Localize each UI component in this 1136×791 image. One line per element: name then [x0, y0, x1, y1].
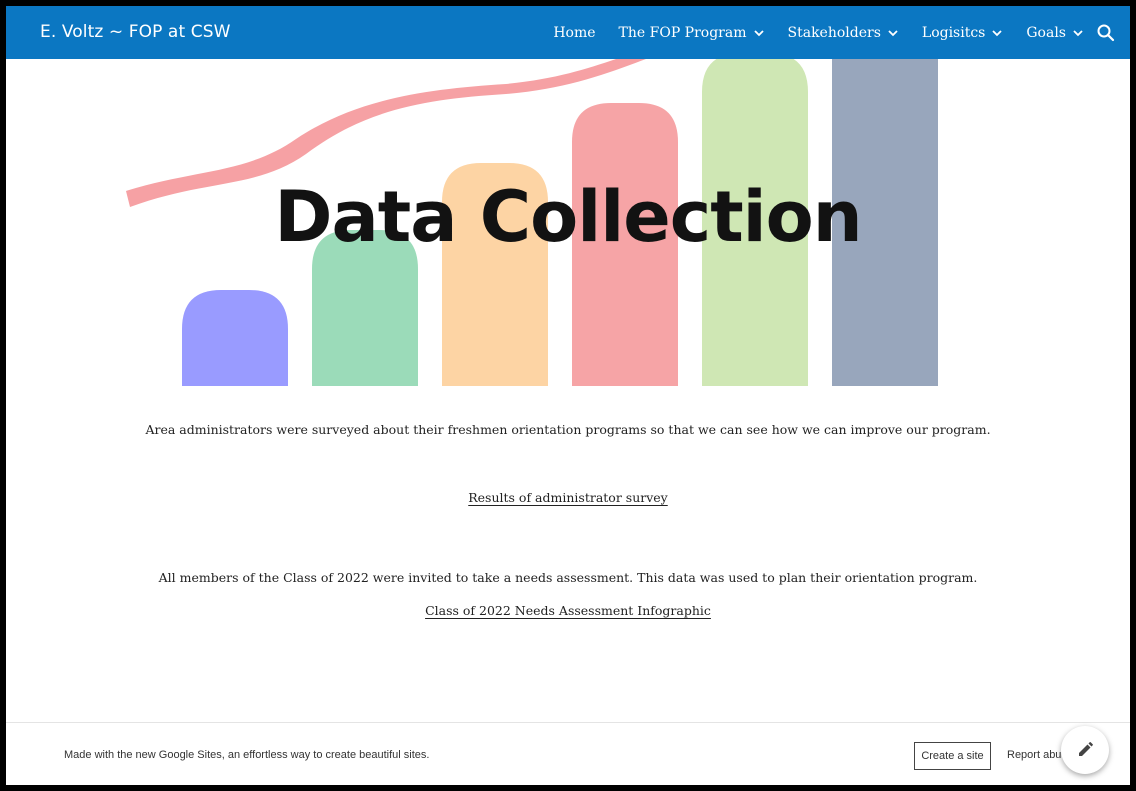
infographic-link[interactable]: Class of 2022 Needs Assessment Infograph…: [425, 603, 711, 618]
survey-results-link[interactable]: Results of administrator survey: [468, 490, 668, 505]
nav-item-stakeholders[interactable]: Stakeholders: [788, 25, 899, 41]
needs-assessment-description: All members of the Class of 2022 were in…: [158, 570, 978, 585]
survey-description: Area administrators were surveyed about …: [145, 422, 991, 437]
bar-1: [182, 290, 288, 386]
chevron-down-icon: [992, 29, 1003, 36]
chevron-down-icon: [753, 29, 764, 36]
footer: Made with the new Google Sites, an effor…: [6, 722, 1130, 785]
nav-label-home: Home: [553, 24, 596, 41]
made-with-google-sites-text: Made with the new Google Sites, an effor…: [64, 749, 430, 761]
survey-results-link-row: Results of administrator survey: [6, 490, 1130, 505]
nav-label-fop-program: The FOP Program: [618, 24, 747, 41]
report-abuse-link[interactable]: Report abu: [1007, 749, 1061, 761]
infographic-link-row: Class of 2022 Needs Assessment Infograph…: [6, 603, 1130, 618]
create-site-button[interactable]: Create a site: [914, 742, 991, 770]
chevron-down-icon: [1073, 29, 1083, 36]
main-nav: Home The FOP Program Stakeholders Logisi…: [553, 6, 1084, 59]
nav-item-home[interactable]: Home: [553, 25, 595, 41]
nav-item-logistics[interactable]: Logisitcs: [922, 25, 1003, 41]
top-navigation-bar: E. Voltz ~ FOP at CSW Home The FOP Progr…: [6, 6, 1130, 59]
page-frame: E. Voltz ~ FOP at CSW Home The FOP Progr…: [6, 6, 1130, 785]
site-title[interactable]: E. Voltz ~ FOP at CSW: [40, 22, 231, 42]
nav-item-fop-program[interactable]: The FOP Program: [619, 25, 765, 41]
nav-item-goals[interactable]: Goals: [1026, 25, 1084, 41]
edit-button[interactable]: [1061, 726, 1109, 774]
nav-label-stakeholders: Stakeholders: [787, 24, 881, 41]
search-icon[interactable]: [1096, 23, 1116, 43]
nav-label-goals: Goals: [1026, 24, 1066, 41]
chevron-down-icon: [888, 29, 898, 36]
page-title: Data Collection: [274, 176, 862, 258]
pencil-icon: [1079, 742, 1093, 756]
nav-label-logistics: Logisitcs: [921, 24, 986, 41]
